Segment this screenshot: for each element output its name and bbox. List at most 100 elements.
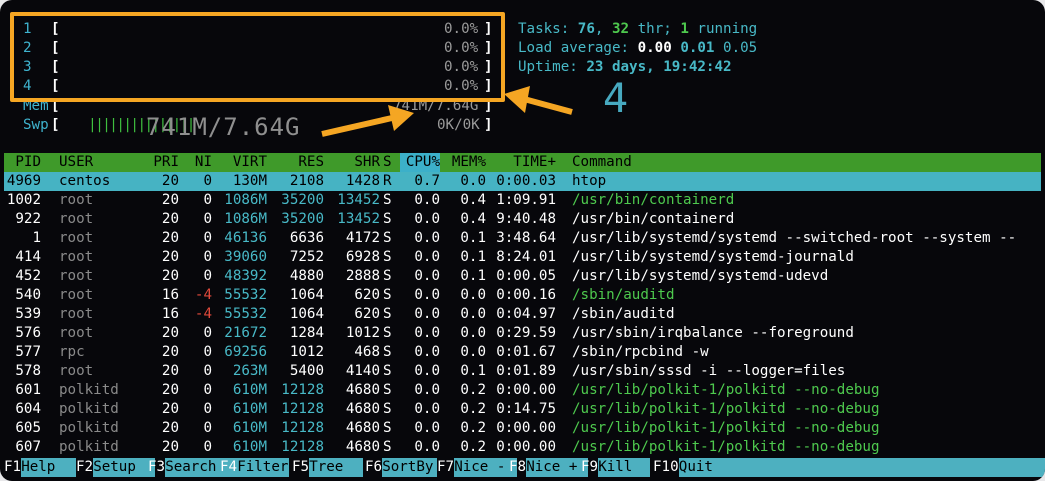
state-cell: S [383, 325, 392, 341]
shr-cell: 2888 [345, 268, 380, 284]
table-row[interactable]: 540 root 16 -4 55532 1064 620 S 0.0 0.0 0:00.16/sb… [4, 286, 1041, 305]
table-row[interactable]: 1 root 20 0 46136 6636 4172 S 0.0 0.1 3:48.64/usr/… [4, 229, 1041, 248]
mem-cell: 0.2 [460, 439, 486, 455]
col-time[interactable]: TIME+ [513, 153, 556, 172]
cpu-cell: 0.0 [414, 306, 440, 322]
col-command[interactable]: Command [572, 153, 632, 172]
annotation-arrows [321, 86, 573, 137]
time-cell: 0:00.00 [496, 439, 556, 455]
pid-cell: 601 [15, 382, 41, 398]
col-cpu[interactable]: CPU% [400, 153, 440, 172]
fkey-nice--button[interactable]: Nice - [454, 458, 518, 477]
res-cell: 12128 [281, 439, 324, 455]
command-cell: /usr/lib/polkit-1/polkitd --no-debug [572, 420, 880, 436]
table-row[interactable]: 922 root 20 0 1086M 35200 13452 S 0.0 0.4 9:40.48 /… [4, 210, 1041, 229]
state-cell: S [383, 287, 392, 303]
res-cell: 4880 [289, 268, 324, 284]
table-row[interactable]: 577 rpc 20 0 69256 1012 468 S 0.0 0.0 0:01.67/sbin… [4, 343, 1041, 362]
table-row[interactable]: 4969 centos 20 0 130M 2108 1428 R 0.7 0.0 0:00.03 h… [4, 172, 1041, 191]
state-cell: R [383, 173, 392, 189]
col-shr[interactable]: SHR [354, 153, 380, 172]
cpu-cell: 0.0 [414, 363, 440, 379]
col-state[interactable]: S [383, 153, 392, 172]
fkey-5-key[interactable]: F5 [292, 458, 309, 477]
fkey-7-key[interactable]: F7 [437, 458, 454, 477]
fkey-4-key[interactable]: F4 [220, 458, 237, 477]
virt-cell: 39060 [224, 249, 267, 265]
time-cell: 0:00.05 [496, 268, 556, 284]
fkey-6-key[interactable]: F6 [365, 458, 382, 477]
cpu-cell: 0.0 [414, 287, 440, 303]
ni-cell: 0 [203, 325, 212, 341]
fkey-8-key[interactable]: F8 [509, 458, 526, 477]
col-res[interactable]: RES [298, 153, 324, 172]
cpu-cell: 0.0 [414, 382, 440, 398]
mem-cell: 0.0 [460, 287, 486, 303]
fkey-2-key[interactable]: F2 [76, 458, 93, 477]
pid-cell: 539 [15, 306, 41, 322]
table-row[interactable]: 601 polkitd 20 0 610M 12128 4680 S 0.0 0.2 0:00.00… [4, 381, 1041, 400]
command-cell: /usr/bin/containerd [572, 192, 735, 208]
table-row[interactable]: 607 polkitd 20 0 610M 12128 4680 S 0.0 0.2 0:00.00… [4, 438, 1041, 457]
pri-cell: 20 [161, 382, 179, 398]
time-cell: 0:00.03 [496, 173, 556, 189]
col-pid[interactable]: PID [15, 153, 41, 172]
ni-cell: 0 [203, 268, 212, 284]
shr-cell: 4140 [345, 363, 380, 379]
virt-cell: 130M [232, 173, 267, 189]
fkey-9-key[interactable]: F9 [581, 458, 598, 477]
command-cell: /sbin/auditd [572, 306, 675, 322]
fkey-1-key[interactable]: F1 [4, 458, 21, 477]
table-row[interactable]: 1002 root 20 0 1086M 35200 13452 S 0.0 0.4 1:09.91… [4, 191, 1041, 210]
col-mem[interactable]: MEM% [452, 153, 486, 172]
col-pri[interactable]: PRI [153, 153, 179, 172]
table-row[interactable]: 605 polkitd 20 0 610M 12128 4680 S 0.0 0.2 0:00.00… [4, 419, 1041, 438]
fkey-kill-button[interactable]: Kill [598, 458, 651, 477]
ni-cell: 0 [203, 420, 212, 436]
fkey-help-button[interactable]: Help [21, 458, 77, 477]
table-row[interactable]: 576 root 20 0 21672 1284 1012 S 0.0 0.0 0:29.59/us… [4, 324, 1041, 343]
fkey-quit-button[interactable]: Quit [678, 458, 1045, 477]
table-row[interactable]: 578 root 20 0 263M 5400 4140 S 0.0 0.1 0:01.89/usr… [4, 362, 1041, 381]
cpu-cell: 0.0 [414, 268, 440, 284]
pid-cell: 414 [15, 249, 41, 265]
cpu-cell: 0.0 [414, 344, 440, 360]
function-key-bar: F1 Help F2 Setup F3 Search F4 Filter F5 Tree F6 Sor… [4, 458, 1045, 477]
table-row[interactable]: 414 root 20 0 39060 7252 6928 S 0.0 0.1 8:24.01/us… [4, 248, 1041, 267]
pri-cell: 20 [161, 401, 179, 417]
fkey-nice--button[interactable]: Nice + [526, 458, 589, 477]
user-cell: polkitd [59, 420, 119, 436]
time-cell: 0:01.67 [496, 344, 556, 360]
fkey-filter-button[interactable]: Filter [237, 458, 290, 477]
res-cell: 2108 [289, 173, 324, 189]
ni-cell: 0 [203, 173, 212, 189]
col-user[interactable]: USER [59, 153, 93, 172]
res-cell: 1064 [289, 306, 324, 322]
fkey-10-key[interactable]: F10 [653, 458, 679, 477]
ni-cell: 0 [203, 401, 212, 417]
mem-cell: 0.2 [460, 401, 486, 417]
col-virt[interactable]: VIRT [233, 153, 267, 172]
time-cell: 0:00.16 [496, 287, 556, 303]
fkey-setup-button[interactable]: Setup [93, 458, 156, 477]
col-ni[interactable]: NI [195, 153, 212, 172]
table-row[interactable]: 604 polkitd 20 0 610M 12128 4680 S 0.0 0.2 0:14.75… [4, 400, 1041, 419]
virt-cell: 69256 [224, 344, 267, 360]
ni-cell: 0 [203, 249, 212, 265]
cpu-cell: 0.0 [414, 420, 440, 436]
res-cell: 1012 [289, 344, 324, 360]
virt-cell: 1086M [224, 211, 267, 227]
virt-cell: 610M [232, 382, 267, 398]
fkey-sortby-button[interactable]: SortBy [382, 458, 438, 477]
time-cell: 0:04.97 [496, 306, 556, 322]
shr-cell: 6928 [345, 249, 380, 265]
user-cell: root [59, 192, 94, 208]
shr-cell: 1428 [345, 173, 380, 189]
fkey-3-key[interactable]: F3 [148, 458, 165, 477]
fkey-tree-button[interactable]: Tree [309, 458, 364, 477]
ni-cell: 0 [203, 363, 212, 379]
pri-cell: 20 [161, 420, 179, 436]
table-row[interactable]: 452 root 20 0 48392 4880 2888 S 0.0 0.1 0:00.05/us… [4, 267, 1041, 286]
cpu-cell: 0.7 [414, 173, 440, 189]
table-row[interactable]: 539 root 16 -4 55532 1064 620 S 0.0 0.0 0:04.97/sb… [4, 305, 1041, 324]
